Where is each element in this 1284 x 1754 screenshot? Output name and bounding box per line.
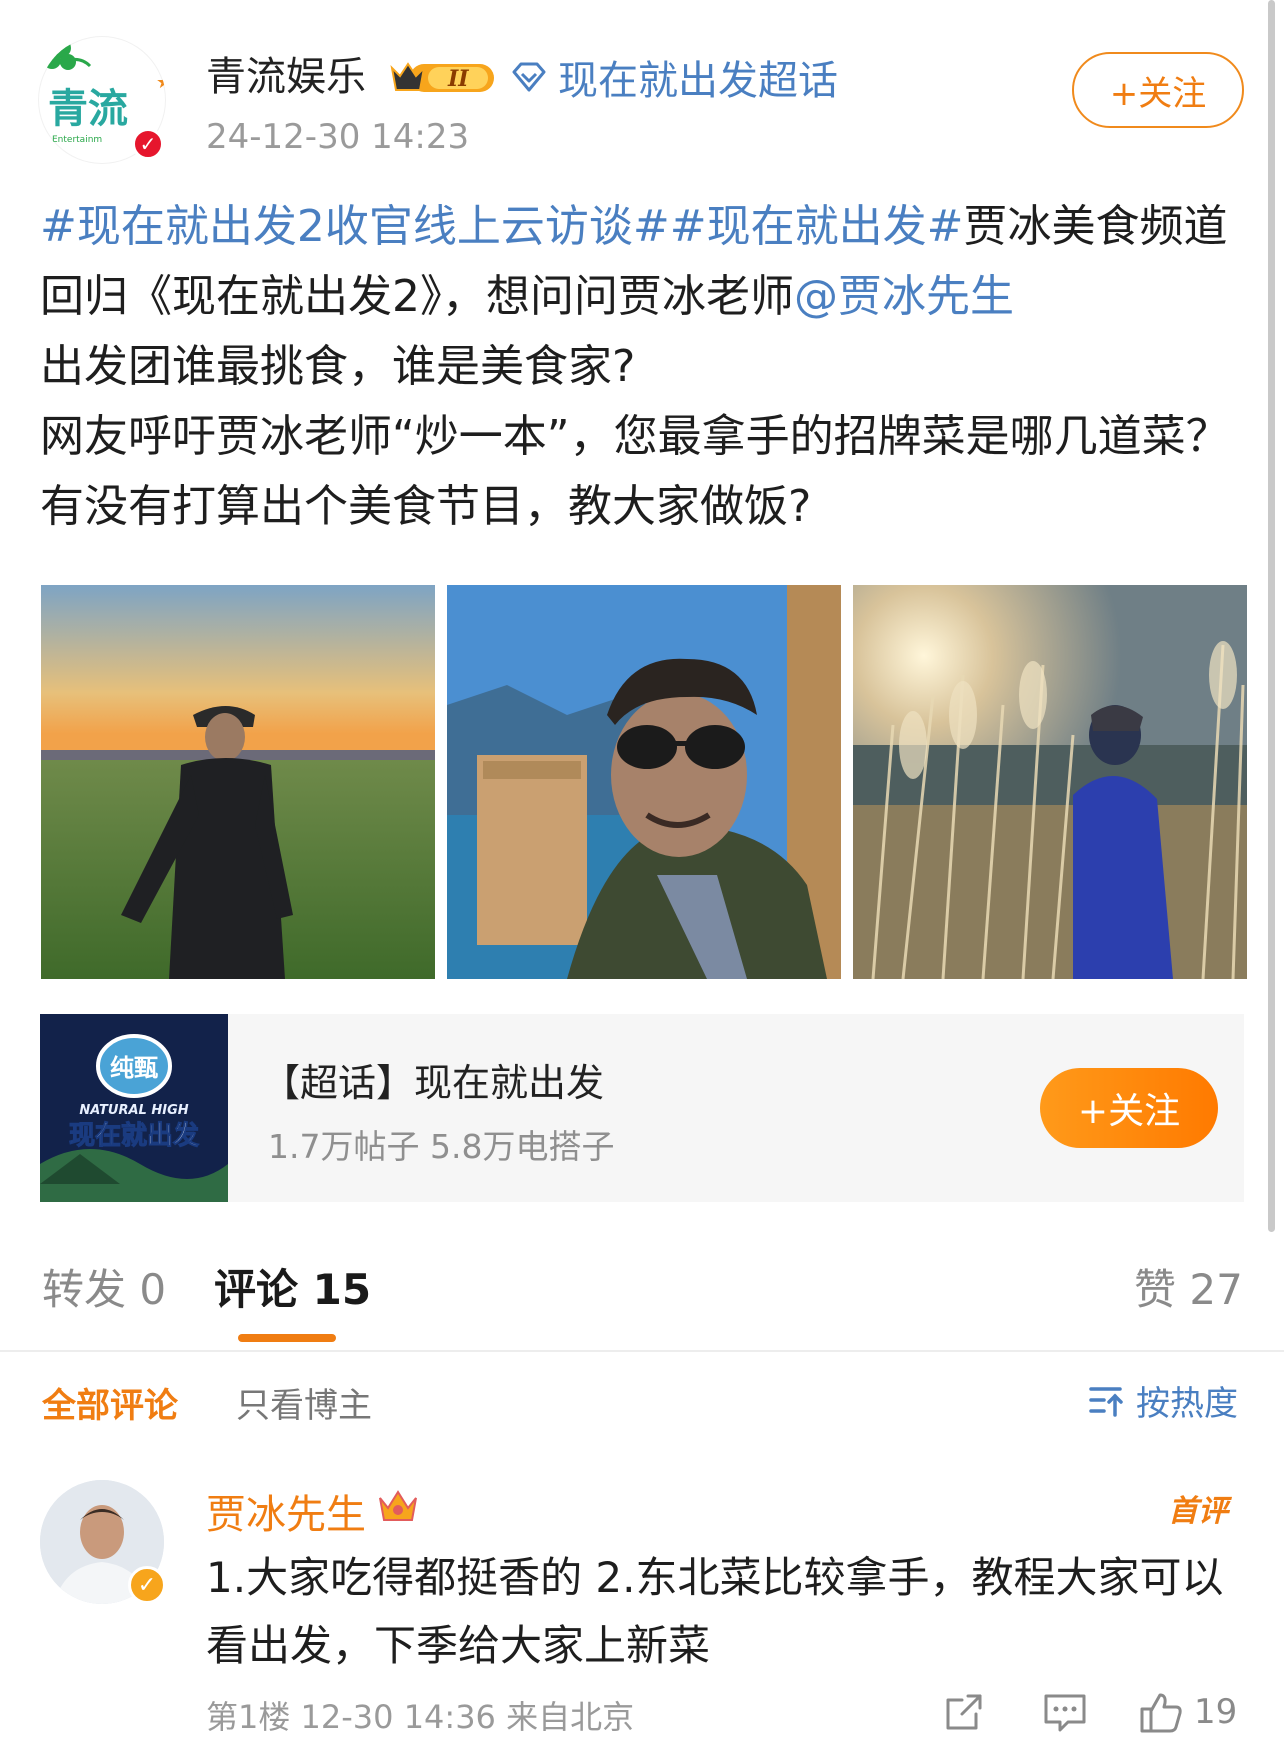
like-count: 19 xyxy=(1194,1692,1238,1732)
tab-like[interactable]: 赞 27 xyxy=(1134,1262,1243,1318)
section-divider xyxy=(0,1350,1284,1352)
topic-follow-button[interactable]: +关注 xyxy=(1040,1068,1218,1148)
topic-stats: 1.7万帖子 5.8万电搭子 xyxy=(268,1127,615,1166)
reply-button[interactable] xyxy=(1042,1688,1088,1736)
sort-by-hot-button[interactable]: 按热度 xyxy=(1088,1376,1238,1425)
comment-icon xyxy=(1044,1694,1086,1732)
filter-all-comments[interactable]: 全部评论 xyxy=(42,1378,178,1427)
post-text-part: 出发团谁最挑食，谁是美食家? xyxy=(40,341,636,392)
author-name[interactable]: 青流娱乐 xyxy=(206,50,366,104)
comment-text: 1.大家吃得都挺香的 2.东北菜比较拿手，教程大家可以看出发，下季给大家上新菜 xyxy=(206,1553,1224,1670)
topic-thumbnail: 纯甄 NATURAL HIGH 现在就出发 xyxy=(40,1014,228,1202)
supertopic-link[interactable]: 现在就出发超话 xyxy=(512,50,838,104)
mention-link[interactable]: @贾冰先生 xyxy=(794,271,1014,322)
first-comment-badge: 首评 xyxy=(1168,1494,1228,1529)
diamond-icon xyxy=(512,62,546,92)
verified-v-icon: ✓ xyxy=(132,128,164,160)
post-time: 24-12-30 14:23 xyxy=(206,117,470,157)
svg-text:II: II xyxy=(447,66,469,92)
comment-meta: 第1楼 12-30 14:36 来自北京 xyxy=(206,1698,635,1736)
svg-text:NATURAL HIGH: NATURAL HIGH xyxy=(79,1103,188,1118)
crown-badge-icon xyxy=(379,1490,417,1521)
topic-title: 【超话】现在就出发 xyxy=(262,1061,605,1105)
scrollbar[interactable] xyxy=(1268,0,1275,1232)
svg-text:★: ★ xyxy=(156,72,166,93)
post-text: #现在就出发2收官线上云访谈##现在就出发#贾冰美食频道回归《现在就出发2》，想… xyxy=(40,192,1250,542)
sort-label: 按热度 xyxy=(1136,1384,1238,1424)
share-button[interactable] xyxy=(942,1688,986,1736)
follow-button[interactable]: +关注 xyxy=(1072,52,1244,128)
tab-comment[interactable]: 评论 15 xyxy=(214,1262,371,1318)
hashtag-link[interactable]: #现在就出发2收官线上云访谈# xyxy=(40,201,670,252)
thumbs-up-icon xyxy=(1140,1693,1182,1733)
photo-reeds-sunset[interactable] xyxy=(853,585,1247,979)
sort-icon xyxy=(1089,1386,1123,1417)
svg-text:现在就出发: 现在就出发 xyxy=(69,1120,199,1151)
post-text-part: 网友呼吁贾冰老师“炒一本”，您最拿手的招牌菜是哪几道菜？有没有打算出个美食节目，… xyxy=(40,411,1230,532)
svg-text:青流: 青流 xyxy=(48,86,128,132)
supertopic-label: 现在就出发超话 xyxy=(558,58,838,104)
photo-grassland-sunset[interactable] xyxy=(41,585,435,979)
photo-sunglasses-portrait[interactable] xyxy=(447,585,841,979)
share-icon xyxy=(946,1694,982,1730)
filter-owner-only[interactable]: 只看博主 xyxy=(236,1378,372,1427)
svg-text:Entertainm: Entertainm xyxy=(52,135,102,145)
hashtag-link[interactable]: #现在就出发# xyxy=(670,201,964,252)
active-tab-indicator xyxy=(238,1334,336,1342)
vip-crown-badge-icon: II xyxy=(390,62,494,92)
like-button[interactable]: 19 xyxy=(1138,1688,1237,1736)
tab-repost[interactable]: 转发 0 xyxy=(42,1262,166,1318)
supertopic-card[interactable]: 纯甄 NATURAL HIGH 现在就出发 【超话】现在就出发 1.7万帖子 5… xyxy=(40,1014,1244,1202)
commenter-name[interactable]: 贾冰先生 xyxy=(206,1482,366,1540)
commenter-verified-icon: ✓ xyxy=(128,1566,166,1604)
svg-text:纯甄: 纯甄 xyxy=(110,1054,158,1082)
